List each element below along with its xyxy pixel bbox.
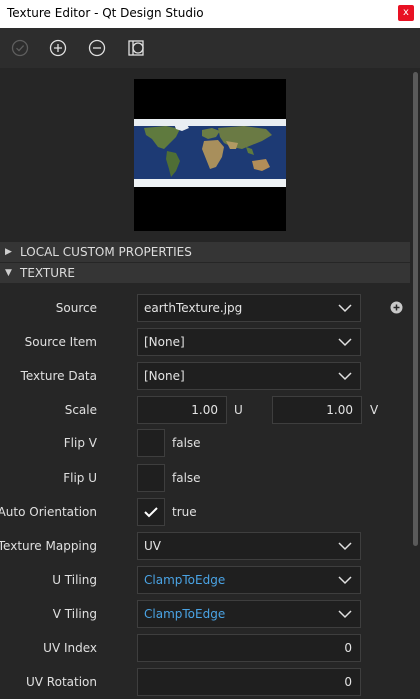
chevron-down-icon (338, 338, 352, 347)
uv-index-spinbox[interactable]: 0 (137, 634, 361, 662)
flip-u-label: Flip U (63, 471, 97, 485)
material-browser-button[interactable] (126, 38, 146, 58)
chevron-down-icon (338, 372, 352, 381)
caret-down-icon: ▼ (5, 268, 12, 278)
uv-rotation-value: 0 (344, 675, 352, 689)
source-label: Source (55, 301, 97, 315)
flip-v-checkbox[interactable] (137, 429, 165, 457)
apply-button[interactable] (10, 38, 30, 58)
row-v-tiling: V Tiling ClampToEdge (0, 600, 410, 628)
source-item-value: [None] (144, 335, 185, 349)
chevron-down-icon (338, 542, 352, 551)
chevron-down-icon (338, 610, 352, 619)
scale-v-spinbox[interactable]: 1.00 (272, 396, 362, 424)
section-title: TEXTURE (20, 266, 75, 280)
scale-v-unit: V (370, 403, 379, 417)
u-tiling-value: ClampToEdge (144, 573, 226, 587)
close-button[interactable]: x (398, 5, 414, 21)
title-bar: Texture Editor - Qt Design Studio x (0, 0, 420, 28)
row-uv-rotation: UV Rotation 0 (0, 668, 410, 696)
texture-data-combobox[interactable]: [None] (137, 362, 361, 390)
source-item-combobox[interactable]: [None] (137, 328, 361, 356)
source-item-label: Source Item (24, 335, 97, 349)
texture-mapping-combobox[interactable]: UV (137, 532, 361, 560)
section-title: LOCAL CUSTOM PROPERTIES (20, 245, 192, 259)
uv-index-label: UV Index (43, 641, 97, 655)
row-u-tiling: U Tiling ClampToEdge (0, 566, 410, 594)
row-auto-orientation: Auto Orientation true (0, 498, 410, 526)
property-panel: ▶ LOCAL CUSTOM PROPERTIES ▼ TEXTURE Sour… (0, 68, 410, 699)
scale-v-value: 1.00 (326, 403, 353, 417)
row-flip-u: Flip U false (0, 464, 410, 492)
v-tiling-label: V Tiling (52, 607, 97, 621)
texture-data-label: Texture Data (20, 369, 97, 383)
material-icon (128, 40, 144, 56)
earth-texture-image (134, 119, 286, 187)
texture-mapping-label: Texture Mapping (0, 539, 97, 553)
minus-circle-icon (88, 39, 106, 57)
chevron-down-icon (338, 304, 352, 313)
flip-v-label: Flip V (63, 436, 97, 450)
scale-u-spinbox[interactable]: 1.00 (137, 396, 227, 424)
row-scale: Scale 1.00 U 1.00 V (0, 396, 410, 424)
auto-orientation-checkbox[interactable] (137, 498, 165, 526)
v-tiling-value: ClampToEdge (144, 607, 226, 621)
flip-v-text: false (172, 436, 201, 450)
add-texture-button[interactable] (48, 38, 68, 58)
u-tiling-label: U Tiling (52, 573, 97, 587)
flip-u-checkbox[interactable] (137, 464, 165, 492)
scale-u-unit: U (234, 403, 243, 417)
u-tiling-combobox[interactable]: ClampToEdge (137, 566, 361, 594)
checkmark-icon (144, 507, 158, 518)
texture-preview (134, 79, 286, 231)
source-combobox[interactable]: earthTexture.jpg (137, 294, 361, 322)
uv-rotation-spinbox[interactable]: 0 (137, 668, 361, 696)
v-tiling-combobox[interactable]: ClampToEdge (137, 600, 361, 628)
plus-circle-icon (49, 39, 67, 57)
auto-orientation-label: Auto Orientation (0, 505, 97, 519)
uv-index-value: 0 (344, 641, 352, 655)
scale-label: Scale (64, 403, 97, 417)
section-local-custom-properties[interactable]: ▶ LOCAL CUSTOM PROPERTIES (0, 242, 410, 262)
row-texture-mapping: Texture Mapping UV (0, 532, 410, 560)
row-flip-v: Flip V false (0, 429, 410, 457)
row-texture-data: Texture Data [None] (0, 362, 410, 390)
auto-orientation-text: true (172, 505, 197, 519)
row-uv-index: UV Index 0 (0, 634, 410, 662)
scale-u-value: 1.00 (191, 403, 218, 417)
remove-texture-button[interactable] (87, 38, 107, 58)
texture-data-value: [None] (144, 369, 185, 383)
uv-rotation-label: UV Rotation (26, 675, 97, 689)
window-title: Texture Editor - Qt Design Studio (7, 6, 204, 20)
check-circle-icon (11, 39, 29, 57)
source-value: earthTexture.jpg (144, 301, 243, 315)
row-source-item: Source Item [None] (0, 328, 410, 356)
section-texture[interactable]: ▼ TEXTURE (0, 263, 410, 283)
chevron-down-icon (338, 576, 352, 585)
scrollbar-thumb[interactable] (413, 72, 418, 546)
flip-u-text: false (172, 471, 201, 485)
row-source: Source earthTexture.jpg (0, 294, 410, 322)
add-source-icon[interactable] (390, 301, 403, 314)
toolbar (0, 28, 420, 68)
caret-right-icon: ▶ (5, 247, 12, 257)
texture-mapping-value: UV (144, 539, 161, 553)
